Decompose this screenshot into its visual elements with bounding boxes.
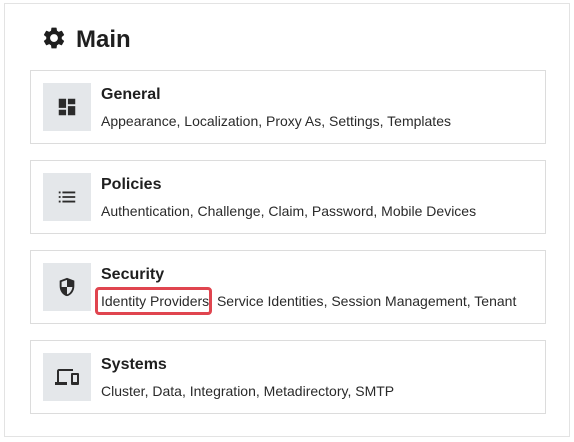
link-templates[interactable]: Templates (387, 113, 451, 129)
link-localization[interactable]: Localization (184, 113, 258, 129)
link-service-identities[interactable]: Service Identities (217, 293, 324, 309)
link-proxy-as[interactable]: Proxy As (266, 113, 321, 129)
card-general[interactable]: General Appearance, Localization, Proxy … (30, 70, 546, 144)
link-mobile-devices[interactable]: Mobile Devices (381, 203, 476, 219)
link-cluster[interactable]: Cluster (101, 383, 145, 399)
link-appearance[interactable]: Appearance (101, 113, 177, 129)
link-tenant[interactable]: Tenant (474, 293, 516, 309)
link-metadirectory[interactable]: Metadirectory (264, 383, 348, 399)
page-heading: Main (41, 24, 131, 56)
card-title-security[interactable]: Security (101, 266, 164, 284)
page-title: Main (76, 26, 131, 53)
card-links-security: Identity Providers, Service Identities, … (94, 287, 517, 315)
link-smtp[interactable]: SMTP (355, 383, 394, 399)
card-policies[interactable]: Policies Authentication, Challenge, Clai… (30, 160, 546, 234)
card-security[interactable]: Security Identity Providers, Service Ide… (30, 250, 546, 324)
link-session-management[interactable]: Session Management (331, 293, 466, 309)
list-icon (43, 173, 91, 221)
gear-icon (41, 25, 76, 56)
card-systems[interactable]: Systems Cluster, Data, Integration, Meta… (30, 340, 546, 414)
card-links-policies: Authentication, Challenge, Claim, Passwo… (101, 203, 477, 219)
card-title-systems[interactable]: Systems (101, 356, 167, 374)
card-links-general: Appearance, Localization, Proxy As, Sett… (101, 113, 451, 129)
card-title-policies[interactable]: Policies (101, 176, 161, 194)
link-data[interactable]: Data (152, 383, 182, 399)
link-integration[interactable]: Integration (190, 383, 256, 399)
dashboard-icon (43, 83, 91, 131)
link-identity-providers[interactable]: Identity Providers (94, 287, 213, 315)
card-title-general[interactable]: General (101, 86, 161, 104)
card-links-systems: Cluster, Data, Integration, Metadirector… (101, 383, 395, 399)
link-password[interactable]: Password (312, 203, 373, 219)
link-challenge[interactable]: Challenge (198, 203, 261, 219)
devices-icon (43, 353, 91, 401)
link-claim[interactable]: Claim (268, 203, 304, 219)
link-settings[interactable]: Settings (329, 113, 380, 129)
shield-icon (43, 263, 91, 311)
link-authentication[interactable]: Authentication (101, 203, 190, 219)
